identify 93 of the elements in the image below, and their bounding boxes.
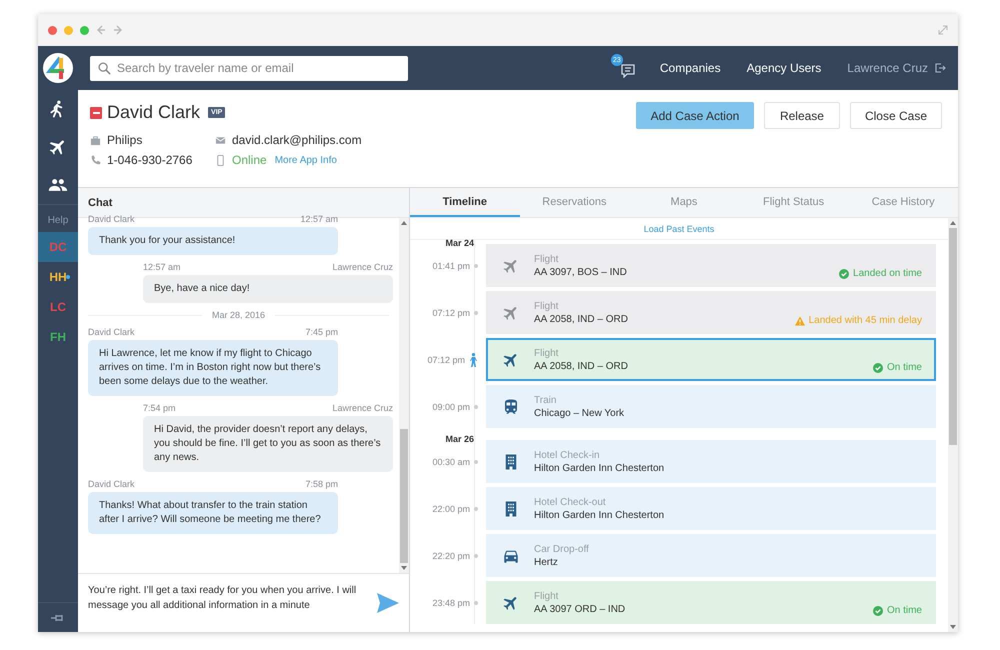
event-detail: AA 3097, BOS – IND xyxy=(534,266,628,278)
sender-name: Lawrence Cruz xyxy=(332,262,393,272)
app-status: Online xyxy=(232,153,267,167)
traveler-name: David Clark xyxy=(107,102,200,123)
day-date: Mar 26 xyxy=(445,434,474,444)
user-name[interactable]: Lawrence Cruz xyxy=(847,61,928,75)
phone-number: 1-046-930-2766 xyxy=(107,153,192,167)
check-circle-icon xyxy=(872,606,883,616)
company-name: Philips xyxy=(107,133,142,147)
event-type: Car Drop-off xyxy=(534,544,590,554)
event-time: 01:41 pm xyxy=(432,260,470,270)
conversation-item[interactable]: FH xyxy=(38,322,78,352)
event-time: 22:20 pm xyxy=(432,550,470,560)
event-card[interactable]: Car Drop-off Hertz xyxy=(486,534,936,577)
conversation-item[interactable]: HH xyxy=(38,262,78,292)
action-button[interactable]: Close Case xyxy=(850,102,942,129)
message-time: 7:54 pm xyxy=(143,403,176,413)
conversation-initials: HH xyxy=(49,270,67,284)
envelope-icon xyxy=(215,134,226,146)
scroll-down-icon[interactable] xyxy=(401,566,407,570)
event-time: 07:12 pm xyxy=(432,308,470,318)
send-icon xyxy=(377,593,399,613)
message-field[interactable]: You’re right. I’ll get a taxi ready for you when you arrive. I will message you all additional information in a minute xyxy=(88,583,371,623)
scroll-up-icon[interactable] xyxy=(401,221,407,225)
message-bubble: Hi Lawrence, let me know if my flight to Chicago arrives on time. I’m in Boston right now but there’s been some delays due to the weather. xyxy=(88,340,338,396)
event-status: Landed with 45 min delay xyxy=(808,315,922,326)
event-card[interactable]: Train Chicago – New York xyxy=(486,385,936,428)
event-card[interactable]: Hotel Check-out Hilton Garden Inn Chesterton xyxy=(486,487,936,530)
message-time: 7:58 pm xyxy=(305,479,338,489)
event-detail: AA 3097 ORD – IND xyxy=(534,604,626,614)
event-time: 09:00 pm xyxy=(432,402,470,412)
event-time: 00:30 am xyxy=(432,456,470,466)
mobile-phone-icon xyxy=(215,154,226,166)
date-divider: Mar 28, 2016 xyxy=(212,310,266,320)
scroll-down-icon[interactable] xyxy=(950,625,956,629)
sender-name: Lawrence Cruz xyxy=(332,403,393,413)
check-circle-icon xyxy=(872,362,883,372)
train-icon xyxy=(502,398,520,416)
message-bubble: Bye, have a nice day! xyxy=(143,275,393,303)
event-type: Hotel Check-in xyxy=(534,450,601,460)
event-type: Flight xyxy=(534,254,560,264)
event-card[interactable]: Flight AA 2058, IND – ORD On time xyxy=(486,338,936,381)
nav-link[interactable]: Agency Users xyxy=(746,61,822,75)
event-card[interactable]: Flight AA 3097, BOS – IND Landed on time xyxy=(486,244,936,287)
event-card[interactable]: Flight AA 2058, IND – ORD Landed with 45 min delay xyxy=(486,291,936,334)
conversation-initials: LC xyxy=(50,300,66,314)
logo-icon[interactable] xyxy=(42,52,74,84)
message-bubble: Thank you for your assistance! xyxy=(88,227,338,255)
conversation-initials: DC xyxy=(49,240,67,254)
event-status: Landed on time xyxy=(853,268,922,279)
event-card[interactable]: Flight AA 3097 ORD – IND On time xyxy=(486,581,936,624)
message-bubble: Hi David, the provider doesn’t report any delays, you should be fine. I’ll get to you as soon as there’s any news. xyxy=(143,416,393,472)
message-time: 7:45 pm xyxy=(305,327,338,337)
event-status: On time xyxy=(886,605,922,616)
event-time: 23:48 pm xyxy=(432,598,470,608)
event-detail: AA 2058, IND – ORD xyxy=(534,314,629,324)
collapse-button[interactable] xyxy=(90,106,102,118)
scroll-up-icon[interactable] xyxy=(950,221,956,225)
message-bubble: Thanks! What about transfer to the train station after I arrive? Will someone be meeting me there? xyxy=(88,492,338,534)
pin-icon[interactable] xyxy=(51,614,65,622)
sender-name: David Clark xyxy=(88,479,135,489)
check-circle-icon xyxy=(839,268,850,278)
event-detail: Hilton Garden Inn Chesterton xyxy=(534,510,666,520)
action-button[interactable]: Add Case Action xyxy=(636,102,754,129)
nav-link[interactable]: Companies xyxy=(660,61,721,75)
event-type: Flight xyxy=(534,590,560,602)
event-detail: AA 2058, IND – ORD xyxy=(534,360,629,372)
logout-icon[interactable] xyxy=(934,62,946,74)
briefcase-icon xyxy=(90,134,101,146)
tab[interactable]: Timeline xyxy=(410,188,520,217)
event-detail: Hilton Garden Inn Chesterton xyxy=(534,462,666,474)
event-type: Flight xyxy=(534,300,560,312)
event-type: Flight xyxy=(534,348,560,358)
warning-icon xyxy=(794,316,805,326)
phone-icon xyxy=(90,154,101,166)
event-type: Hotel Check-out xyxy=(534,496,607,508)
conversation-initials: FH xyxy=(50,330,66,344)
event-card[interactable]: Hotel Check-in Hilton Garden Inn Chesterton xyxy=(486,440,936,483)
day-date: Mar 24 xyxy=(445,238,474,248)
event-time: 07:12 pm xyxy=(427,354,465,364)
event-status: On time xyxy=(886,362,922,373)
scrollbar[interactable] xyxy=(399,218,409,573)
search-field[interactable]: Search by traveler name or email xyxy=(90,56,408,80)
message-time: 12:57 am xyxy=(143,262,181,272)
event-detail: Hertz xyxy=(534,556,559,568)
sender-name: David Clark xyxy=(88,327,135,337)
scrollbar[interactable] xyxy=(948,218,958,632)
email-address: david.clark@philips.com xyxy=(232,133,362,147)
send-button[interactable] xyxy=(377,593,399,613)
action-button[interactable]: Release xyxy=(764,102,840,129)
event-time: 22:00 pm xyxy=(432,504,470,514)
event-type: Train xyxy=(534,394,558,406)
event-detail: Chicago – New York xyxy=(534,408,626,418)
